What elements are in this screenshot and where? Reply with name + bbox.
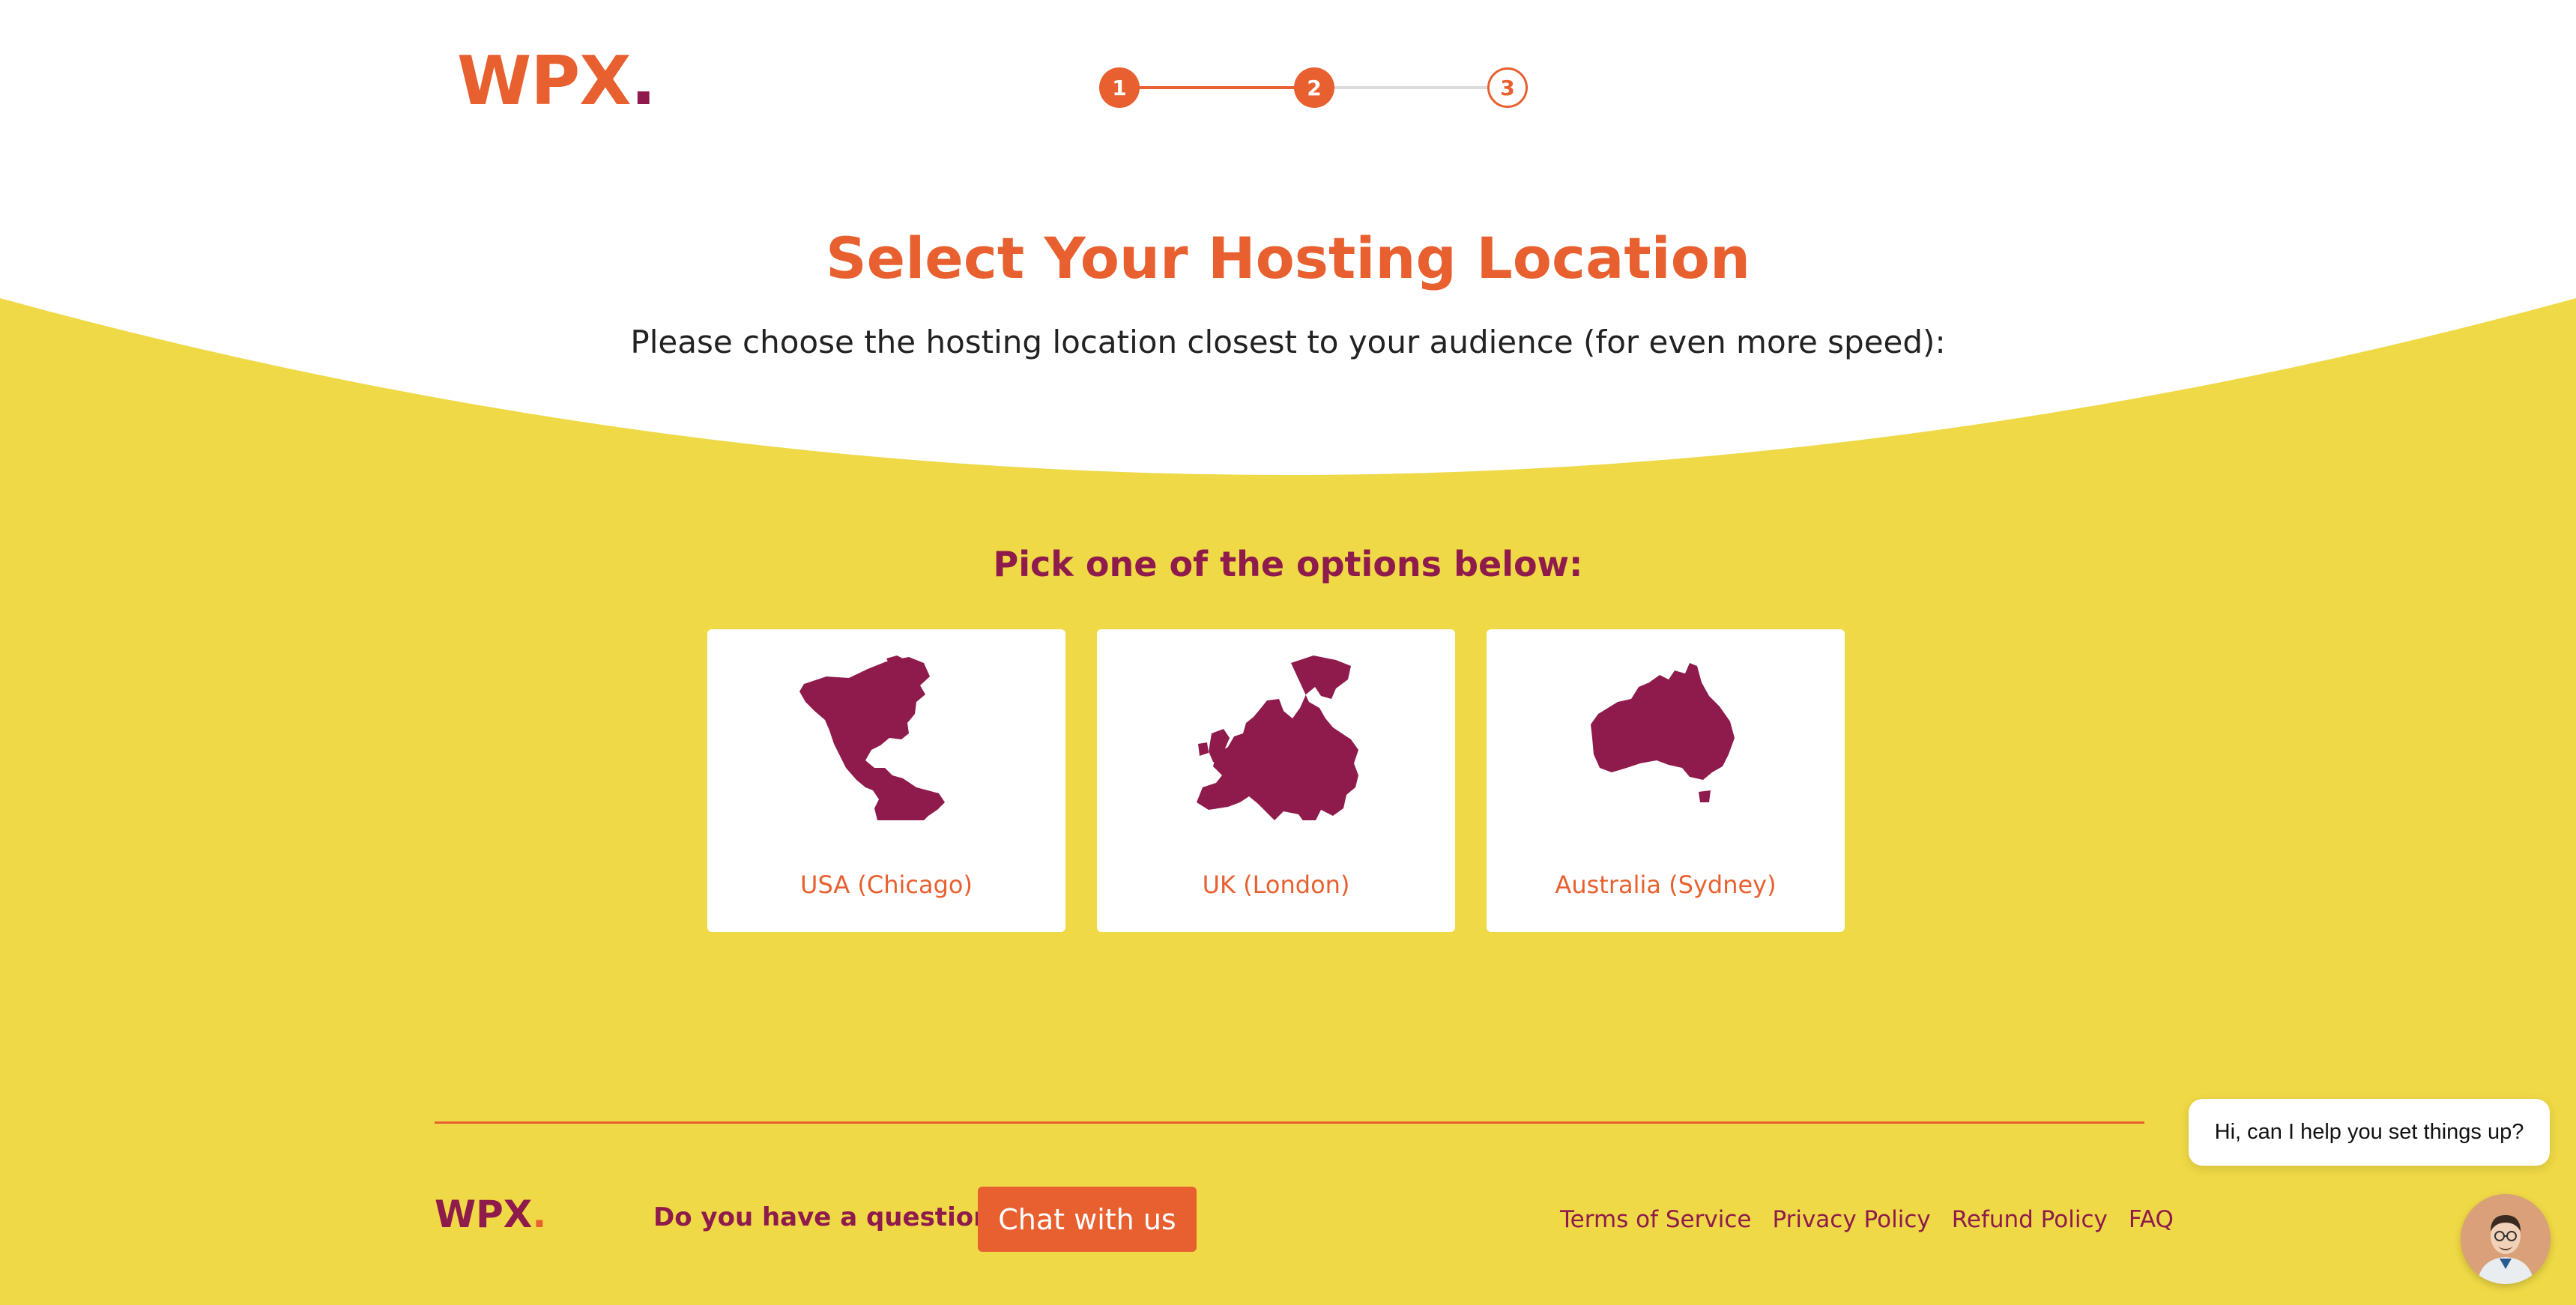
footer-wpx-logo[interactable]: WPX. (435, 1196, 546, 1233)
footer-divider (435, 1121, 2144, 1124)
location-label-usa: USA (Chicago) (800, 870, 973, 899)
options-heading: Pick one of the options below: (993, 544, 1583, 584)
location-label-australia: Australia (Sydney) (1555, 870, 1777, 899)
footer-logo-text: WPX (435, 1193, 533, 1236)
chat-avatar[interactable] (2461, 1194, 2551, 1284)
step-2: 2 (1294, 67, 1334, 108)
logo-dot: . (630, 42, 656, 121)
step-1: 1 (1099, 67, 1140, 108)
footer-link-privacy[interactable]: Privacy Policy (1772, 1206, 1930, 1233)
location-card-australia[interactable]: Australia (Sydney) (1487, 629, 1845, 932)
support-agent-avatar-icon (2461, 1194, 2551, 1284)
footer-links: Terms of Service Privacy Policy Refund P… (1560, 1206, 2174, 1233)
footer-link-refund[interactable]: Refund Policy (1952, 1206, 2108, 1233)
chat-greeting-bubble[interactable]: Hi, can I help you set things up? (2189, 1099, 2550, 1166)
australia-map-icon (1591, 663, 1735, 802)
location-label-uk: UK (London) (1202, 870, 1350, 899)
location-card-uk[interactable]: UK (London) (1097, 629, 1455, 932)
footer-link-faq[interactable]: FAQ (2129, 1206, 2174, 1233)
location-card-usa[interactable]: USA (Chicago) (707, 629, 1065, 932)
europe-map-icon (1197, 655, 1358, 820)
footer-link-terms[interactable]: Terms of Service (1560, 1206, 1751, 1233)
progress-stepper: 1 2 3 (1099, 67, 1528, 108)
chat-with-us-button[interactable]: Chat with us (978, 1187, 1197, 1252)
step-3: 3 (1487, 67, 1528, 108)
stepper-line-pending (1314, 86, 1508, 89)
stepper-line-completed (1119, 86, 1314, 89)
footer-logo-dot: . (532, 1193, 547, 1236)
logo-text: WPX (457, 42, 632, 121)
wpx-logo[interactable]: WPX. (457, 48, 656, 115)
page-subtitle: Please choose the hosting location close… (630, 324, 1946, 360)
page-title: Select Your Hosting Location (825, 225, 1751, 291)
americas-map-icon (799, 655, 945, 820)
footer-question: Do you have a question? (653, 1202, 1007, 1232)
